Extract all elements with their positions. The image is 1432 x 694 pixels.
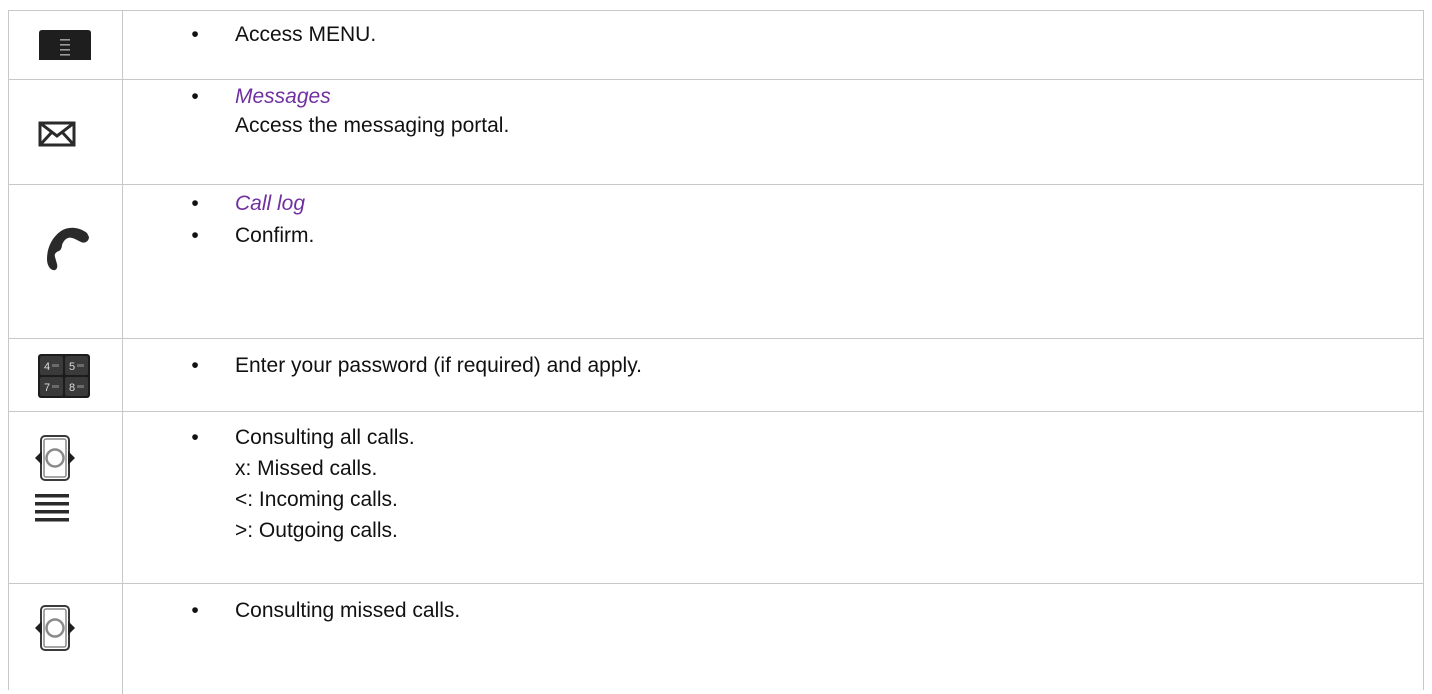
text-cell: • Call log • Confirm. [124,185,1423,338]
navigator-left-right-icon [35,605,75,651]
bullet: • [191,85,199,108]
icon-cell [9,11,123,79]
step-text: Confirm. [235,224,315,247]
key-label: 4 [44,361,50,373]
step-text: Consulting missed calls. [235,599,461,622]
step-text: Enter your password (if required) and ap… [235,354,642,377]
text-cell: • Enter your password (if required) and … [124,339,1423,411]
step-text: >: Outgoing calls. [235,519,398,542]
table-row: 4 5 7 8 • Enter your password (if requir… [9,339,1423,412]
step-text: Access the messaging portal. [235,114,510,137]
key-label: 7 [44,382,50,394]
icon-cell [9,584,123,694]
step-text: <: Incoming calls. [235,488,398,511]
table-row: • Consulting all calls. x: Missed calls.… [9,412,1423,584]
list-lines-icon [35,494,69,522]
menu-option-messages: Messages [235,85,331,108]
menu-key-icon [39,30,91,60]
bullet: • [191,426,199,449]
table-row: • Call log • Confirm. [9,185,1423,339]
bullet: • [191,599,199,622]
navigator-left-right-icon [35,435,75,481]
icon-cell [9,80,123,184]
bullet: • [191,224,199,247]
keypad-icon: 4 5 7 8 [38,354,90,398]
handset-icon [47,227,89,271]
bullet: • [191,192,199,215]
text-cell: • Access MENU. [124,11,1423,79]
key-label: 5 [69,361,75,373]
table-row: • Messages Access the messaging portal. [9,80,1423,185]
text-cell: • Messages Access the messaging portal. [124,80,1423,184]
table-row: • Consulting missed calls. [9,584,1423,694]
icon-cell: 4 5 7 8 [9,339,123,411]
icon-cell [9,185,123,338]
menu-option-call-log: Call log [235,192,306,215]
instruction-table: • Access MENU. • Messages Access the mes… [8,10,1424,694]
envelope-icon [38,121,76,147]
text-cell: • Consulting all calls. x: Missed calls.… [124,412,1423,583]
table-row: • Access MENU. [9,11,1423,80]
step-text: x: Missed calls. [235,457,378,480]
bullet: • [191,354,199,377]
key-label: 8 [69,382,75,394]
text-cell: • Consulting missed calls. [124,584,1423,694]
bullet: • [191,23,199,46]
icon-cell [9,412,123,583]
step-text: Access MENU. [235,23,377,46]
step-text: Consulting all calls. [235,426,415,449]
